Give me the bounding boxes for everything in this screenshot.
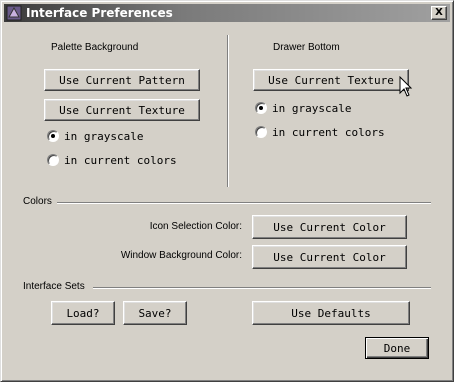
colors-heading: Colors (23, 196, 52, 207)
radio-checked-icon (47, 130, 59, 142)
palette-grayscale-label: in grayscale (64, 129, 144, 143)
drawer-grayscale-radio[interactable]: in grayscale (255, 101, 351, 115)
drawer-use-current-texture-button[interactable]: Use Current Texture (253, 69, 409, 91)
close-button[interactable]: X (431, 6, 447, 20)
icon-selection-color-label: Icon Selection Color: (149, 221, 242, 232)
window-background-color-button[interactable]: Use Current Color (252, 245, 407, 269)
drawer-bottom-heading: Drawer Bottom (273, 42, 340, 53)
interface-sets-heading: Interface Sets (23, 281, 85, 292)
drawer-grayscale-label: in grayscale (272, 101, 352, 115)
mouse-pointer-icon (399, 75, 413, 98)
palette-use-current-texture-button[interactable]: Use Current Texture (44, 99, 200, 121)
radio-checked-icon (255, 102, 267, 114)
window-title: Interface Preferences (26, 6, 173, 20)
window-background-color-label: Window Background Color: (120, 250, 242, 261)
palette-grayscale-radio[interactable]: in grayscale (47, 129, 143, 143)
app-icon (6, 5, 22, 21)
interface-preferences-window: Interface Preferences X Palette Backgrou… (0, 0, 454, 382)
palette-background-heading: Palette Background (51, 42, 139, 53)
palette-use-current-pattern-button[interactable]: Use Current Pattern (44, 69, 200, 91)
done-button[interactable]: Done (365, 337, 429, 359)
colors-separator (57, 202, 431, 204)
column-divider (227, 35, 229, 187)
palette-current-colors-label: in current colors (64, 153, 177, 167)
radio-unchecked-icon (47, 154, 59, 166)
palette-current-colors-radio[interactable]: in current colors (47, 153, 177, 167)
close-icon: X (435, 7, 443, 18)
save-button[interactable]: Save? (123, 301, 187, 325)
icon-selection-color-button[interactable]: Use Current Color (252, 215, 407, 239)
drawer-current-colors-radio[interactable]: in current colors (255, 125, 385, 139)
drawer-current-colors-label: in current colors (272, 125, 385, 139)
load-button[interactable]: Load? (51, 301, 115, 325)
radio-unchecked-icon (255, 126, 267, 138)
use-defaults-button[interactable]: Use Defaults (252, 301, 410, 325)
interface-sets-separator (93, 287, 431, 289)
title-bar[interactable]: Interface Preferences X (4, 4, 450, 22)
